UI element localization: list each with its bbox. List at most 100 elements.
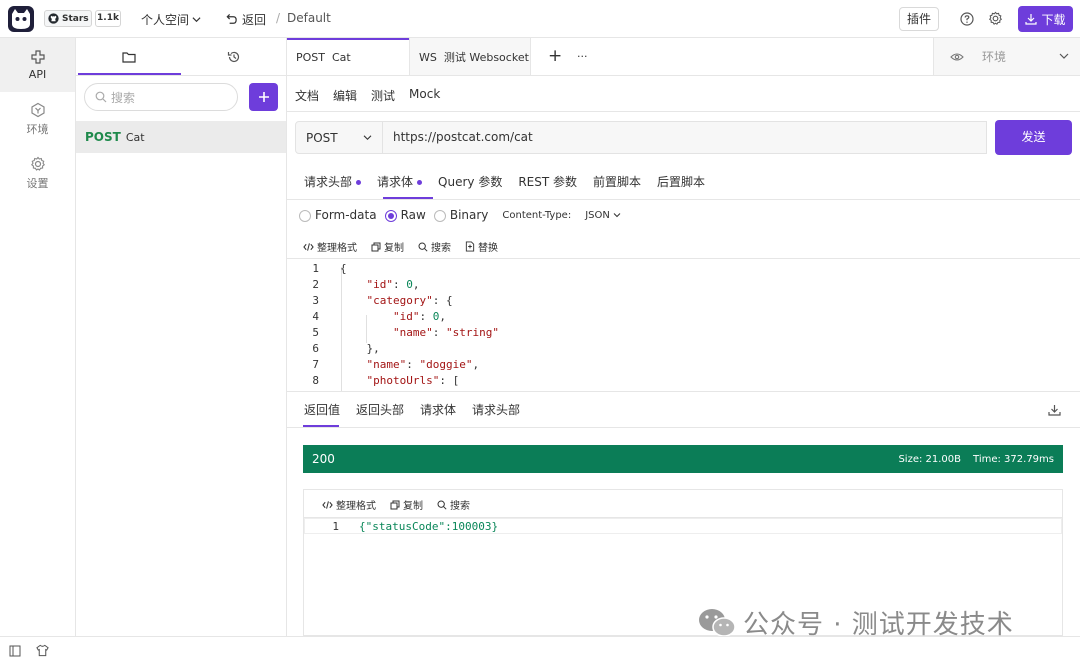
- tab-response-body[interactable]: 返回值: [304, 401, 340, 418]
- tool-label: 复制: [384, 243, 404, 254]
- environment-icon: [30, 102, 46, 118]
- back-button[interactable]: 返回: [225, 11, 266, 28]
- gear-icon[interactable]: [988, 11, 1003, 26]
- code-text: "name": "doggie",: [366, 358, 480, 371]
- more-tabs-button[interactable]: ···: [577, 50, 588, 63]
- tab-request-headers-view[interactable]: 请求头部: [472, 401, 520, 418]
- line-number: 1: [312, 262, 319, 275]
- postcat-logo[interactable]: [8, 6, 34, 32]
- tab-post-cat[interactable]: POST Cat: [287, 38, 409, 75]
- editor-toolbar: 整理格式 复制 搜索 替换: [303, 239, 498, 254]
- response-tabs: 返回值 返回头部 请求体 请求头部: [304, 401, 520, 418]
- radio-raw[interactable]: Raw: [384, 208, 426, 222]
- nav-item-api[interactable]: API: [0, 38, 75, 92]
- url-input[interactable]: https://postcat.com/cat: [383, 121, 987, 154]
- environment-placeholder: 环境: [982, 50, 1007, 64]
- plugin-button[interactable]: 插件: [899, 7, 939, 31]
- replace-button[interactable]: 替换: [465, 239, 498, 254]
- divider: [76, 75, 286, 76]
- search-icon: [437, 500, 447, 510]
- line-number: 6: [312, 342, 319, 355]
- download-button[interactable]: 下载: [1018, 6, 1073, 32]
- tab-response-headers[interactable]: 返回头部: [356, 401, 404, 418]
- radio-form-data[interactable]: Form-data: [299, 208, 377, 222]
- radio-binary[interactable]: Binary: [433, 208, 489, 222]
- tool-label: 整理格式: [336, 501, 376, 512]
- tab-request-body[interactable]: 请求体: [377, 173, 423, 190]
- tab-query-params[interactable]: Query 参数: [438, 173, 502, 190]
- tab-history[interactable]: [181, 38, 286, 76]
- nav-item-settings[interactable]: 设置: [0, 146, 75, 200]
- copy-button[interactable]: 复制: [390, 497, 423, 512]
- content-type-select[interactable]: JSON: [585, 210, 621, 221]
- tab-websocket[interactable]: WS 测试 Websocket: [409, 38, 531, 75]
- radio-label: Binary: [449, 208, 489, 222]
- request-tab-bar: POST Cat WS 测试 Websocket + ··· 环境: [287, 38, 1080, 76]
- response-time: Time: 372.79ms: [973, 453, 1054, 465]
- tab-edit[interactable]: 编辑: [333, 87, 357, 104]
- tab-post-script[interactable]: 后置脚本: [657, 173, 705, 190]
- tab-pre-script[interactable]: 前置脚本: [593, 173, 641, 190]
- project-name[interactable]: Default: [287, 11, 331, 25]
- help-icon[interactable]: [960, 12, 974, 26]
- line-number: 5: [312, 326, 319, 339]
- code-text: },: [340, 342, 380, 355]
- status-code: 200: [312, 452, 335, 466]
- add-api-button[interactable]: [249, 83, 278, 111]
- response-meta: Size: 21.00B Time: 372.79ms: [898, 454, 1054, 465]
- request-body-editor[interactable]: 1{2 "id": 0, 3 "category": {4 "id": 0, 5 "…: [287, 259, 1080, 391]
- download-response-icon[interactable]: [1048, 404, 1061, 416]
- status-footer: [0, 636, 1080, 664]
- copy-button[interactable]: 复制: [371, 239, 404, 254]
- search-input[interactable]: 搜索: [84, 83, 238, 111]
- chevron-down-icon: [613, 212, 621, 218]
- code-line: 3 "category": {: [287, 293, 987, 309]
- search-button[interactable]: 搜索: [418, 239, 451, 254]
- format-button[interactable]: 整理格式: [303, 239, 357, 254]
- environment-select[interactable]: 环境: [933, 38, 1080, 75]
- skin-icon[interactable]: [36, 644, 49, 657]
- tab-request-headers[interactable]: 请求头部: [304, 173, 362, 190]
- tab-docs[interactable]: 文档: [295, 87, 319, 104]
- copy-icon: [390, 500, 400, 510]
- nav-item-environment[interactable]: 环境: [0, 92, 75, 146]
- stars-label: Stars: [62, 13, 89, 24]
- mode-tabs: 文档 编辑 测试 Mock: [295, 87, 440, 104]
- back-label: 返回: [242, 13, 267, 27]
- response-toolbar: 整理格式 复制 搜索: [322, 497, 470, 512]
- add-tab-button[interactable]: +: [548, 46, 562, 66]
- send-button[interactable]: 发送: [995, 120, 1072, 155]
- github-stars-button[interactable]: Stars: [44, 10, 92, 27]
- search-placeholder: 搜索: [111, 90, 136, 105]
- github-icon: [48, 13, 59, 24]
- chevron-down-icon: [363, 134, 372, 141]
- tool-label: 替换: [478, 243, 498, 254]
- tab-label: POST Cat: [296, 51, 351, 64]
- code-text: "category": {: [366, 294, 453, 307]
- search-button[interactable]: 搜索: [437, 497, 470, 512]
- code-line: 5 "name": "string": [287, 325, 987, 341]
- api-icon: [30, 49, 46, 65]
- download-icon: [1025, 13, 1038, 25]
- method-select[interactable]: POST: [295, 121, 383, 154]
- code-icon: [303, 242, 314, 252]
- sidebar-toggle-icon[interactable]: [9, 645, 21, 657]
- search-icon: [95, 91, 107, 103]
- radio-circle: [433, 209, 446, 222]
- tab-test[interactable]: 测试: [371, 87, 395, 104]
- chevron-down-icon: [192, 15, 201, 24]
- line-number: 3: [312, 294, 319, 307]
- tab-api-tree[interactable]: [76, 38, 181, 76]
- replace-icon: [465, 241, 475, 252]
- download-label: 下载: [1041, 12, 1066, 27]
- method-value: POST: [306, 130, 338, 145]
- workspace-selector[interactable]: 个人空间: [141, 11, 201, 28]
- code-text: "id": 0,: [366, 278, 420, 291]
- tab-mock[interactable]: Mock: [409, 87, 440, 104]
- format-button[interactable]: 整理格式: [322, 497, 376, 512]
- sidebar-item-post-cat[interactable]: POST Cat: [76, 121, 286, 153]
- code-text: "photoUrls": [: [366, 374, 460, 387]
- tab-request-body-view[interactable]: 请求体: [420, 401, 456, 418]
- tab-rest-params[interactable]: REST 参数: [518, 173, 577, 190]
- code-line: 2 "id": 0,: [287, 277, 987, 293]
